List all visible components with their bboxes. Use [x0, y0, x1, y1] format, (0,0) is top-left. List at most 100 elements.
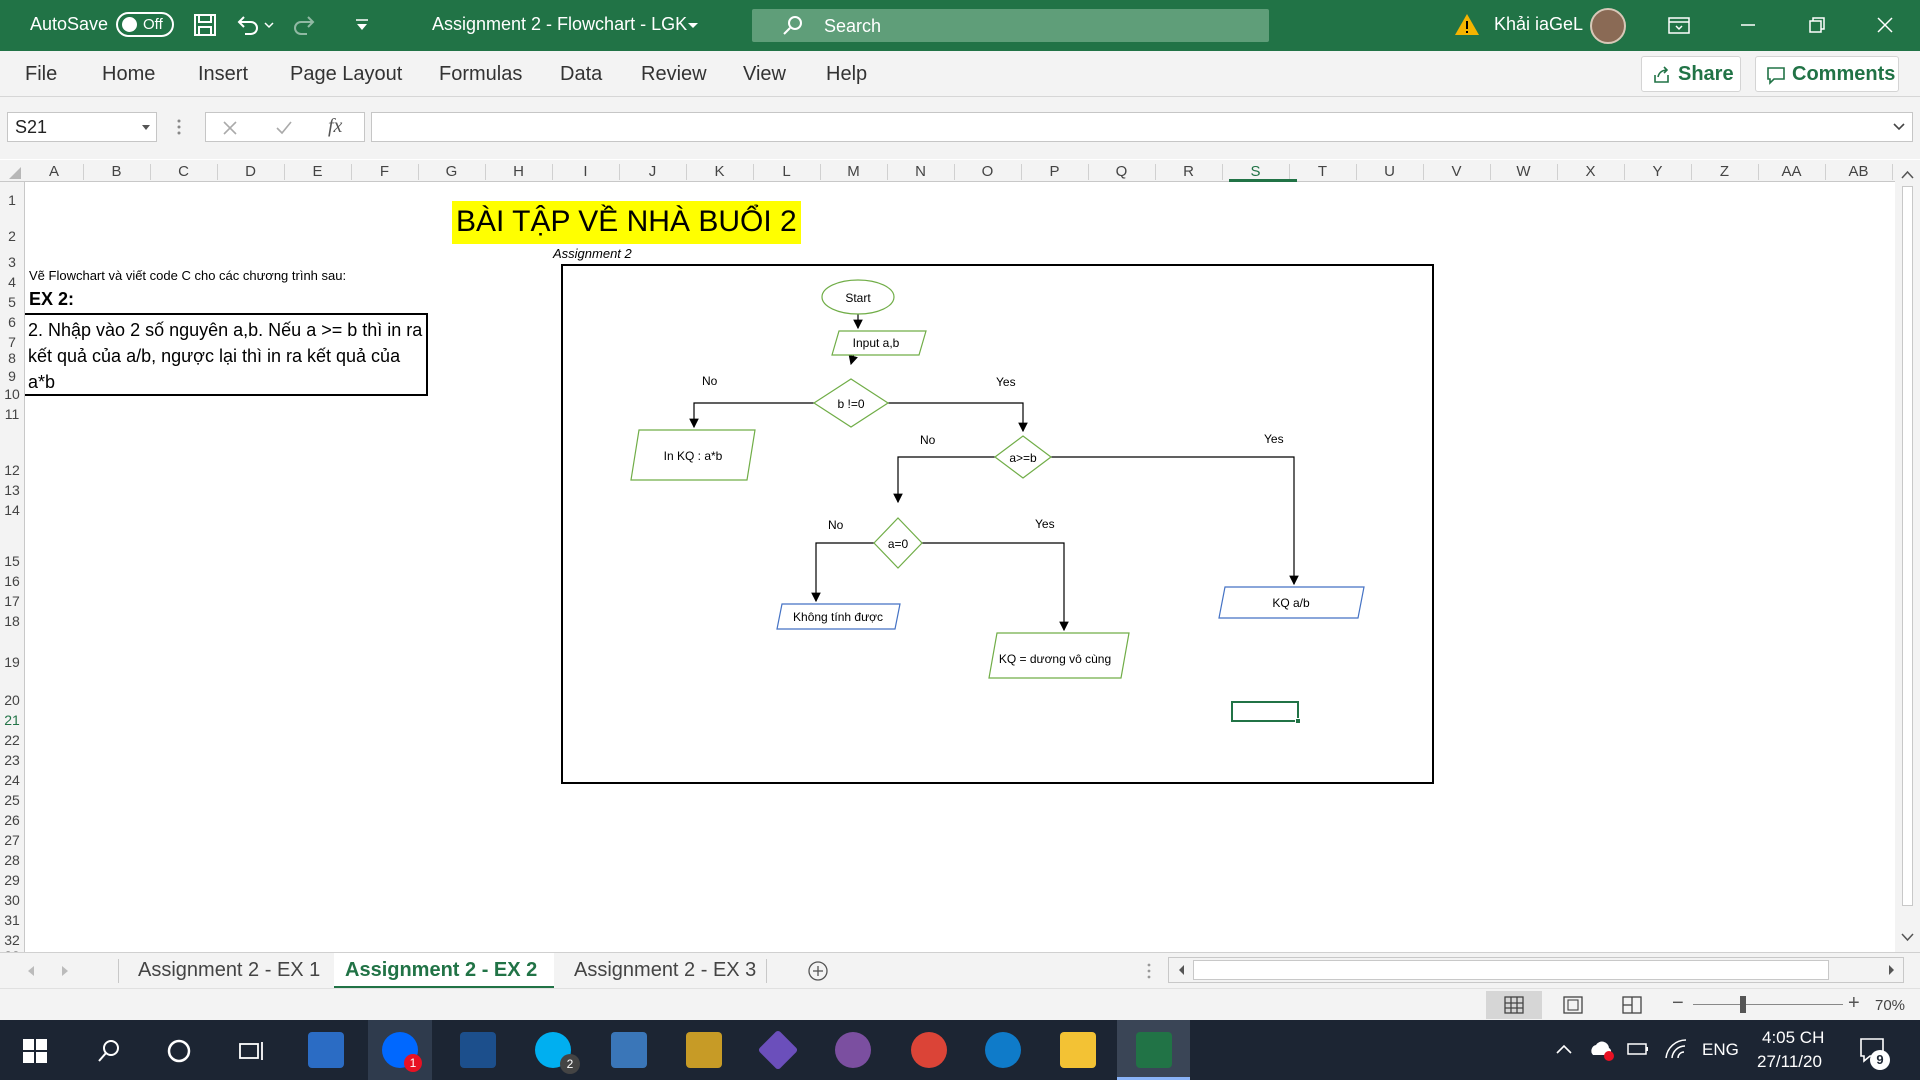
tools-icon[interactable]: [686, 1032, 722, 1068]
search-icon[interactable]: [96, 1038, 122, 1064]
scroll-left-icon[interactable]: [1177, 964, 1186, 976]
column-header-n[interactable]: N: [887, 163, 954, 180]
windows-start-icon[interactable]: [22, 1038, 48, 1064]
column-header-c[interactable]: C: [150, 163, 217, 180]
calculator-icon[interactable]: [611, 1032, 647, 1068]
row-header-13[interactable]: 13: [0, 482, 24, 498]
row-header-4[interactable]: 4: [0, 274, 24, 290]
language-indicator[interactable]: ENG: [1702, 1040, 1739, 1060]
tab-page-layout[interactable]: Page Layout: [290, 63, 402, 86]
fill-handle[interactable]: [1295, 718, 1301, 724]
chrome-icon[interactable]: [911, 1032, 947, 1068]
tab-data[interactable]: Data: [560, 63, 602, 86]
customize-toolbar-icon[interactable]: [350, 10, 374, 40]
save-icon[interactable]: [190, 10, 220, 40]
name-box[interactable]: S21: [7, 112, 157, 142]
scroll-right-icon[interactable]: [1887, 964, 1896, 976]
formula-input[interactable]: [371, 112, 1913, 142]
tab-scroll-right-icon[interactable]: [60, 965, 70, 977]
github-icon[interactable]: [835, 1032, 871, 1068]
sheet-tab-ex2[interactable]: Assignment 2 - EX 2: [345, 959, 537, 982]
column-header-w[interactable]: W: [1490, 163, 1557, 180]
column-header-v[interactable]: V: [1423, 163, 1490, 180]
column-header-b[interactable]: B: [83, 163, 150, 180]
tab-formulas[interactable]: Formulas: [439, 63, 522, 86]
column-header-k[interactable]: K: [686, 163, 753, 180]
column-header-u[interactable]: U: [1356, 163, 1423, 180]
tab-help[interactable]: Help: [826, 63, 867, 86]
drag-handle-icon[interactable]: [1146, 962, 1152, 980]
wifi-icon[interactable]: [1664, 1038, 1688, 1060]
row-header-14[interactable]: 14: [0, 502, 24, 518]
column-header-a[interactable]: A: [25, 163, 83, 180]
zoom-level[interactable]: 70%: [1875, 997, 1905, 1014]
page-layout-view-icon[interactable]: [1563, 996, 1583, 1014]
share-button[interactable]: Share: [1641, 56, 1741, 92]
row-header-27[interactable]: 27: [0, 832, 24, 848]
tab-insert[interactable]: Insert: [198, 63, 248, 86]
ribbon-display-icon[interactable]: [1664, 10, 1694, 40]
zoom-in-icon[interactable]: +: [1848, 992, 1860, 1015]
warning-icon[interactable]: [1452, 10, 1482, 40]
sheet-tab-ex1[interactable]: Assignment 2 - EX 1: [138, 959, 320, 982]
row-header-7[interactable]: 7: [0, 334, 24, 350]
column-header-j[interactable]: J: [619, 163, 686, 180]
zoom-slider[interactable]: [1693, 1004, 1843, 1005]
chevron-up-icon[interactable]: [1555, 1042, 1573, 1056]
excel-icon[interactable]: [1136, 1032, 1172, 1068]
tab-home[interactable]: Home: [102, 63, 155, 86]
column-header-g[interactable]: G: [418, 163, 485, 180]
clock-date[interactable]: 27/11/20: [1757, 1052, 1822, 1072]
row-header-31[interactable]: 31: [0, 912, 24, 928]
snipping-icon[interactable]: [757, 1029, 799, 1071]
add-sheet-icon[interactable]: [807, 960, 829, 982]
page-break-view-icon[interactable]: [1622, 996, 1642, 1014]
tab-scroll-left-icon[interactable]: [26, 965, 36, 977]
clock-time[interactable]: 4:05 CH: [1762, 1028, 1824, 1048]
sheet-tab-ex3[interactable]: Assignment 2 - EX 3: [574, 959, 756, 982]
row-header-32[interactable]: 32: [0, 932, 24, 948]
drag-handle-icon[interactable]: [176, 118, 182, 136]
redo-icon[interactable]: [290, 10, 320, 40]
row-header-23[interactable]: 23: [0, 752, 24, 768]
column-header-m[interactable]: M: [820, 163, 887, 180]
row-header-18[interactable]: 18: [0, 613, 24, 629]
scroll-down-icon[interactable]: [1901, 932, 1914, 942]
tab-view[interactable]: View: [743, 63, 786, 86]
restore-icon[interactable]: [1802, 10, 1832, 40]
vertical-scrollbar[interactable]: [1895, 160, 1920, 952]
column-header-t[interactable]: T: [1289, 163, 1356, 180]
column-header-r[interactable]: R: [1155, 163, 1222, 180]
row-header-5[interactable]: 5: [0, 294, 24, 310]
undo-icon[interactable]: [232, 10, 262, 40]
row-header-29[interactable]: 29: [0, 872, 24, 888]
search-box[interactable]: Search: [752, 9, 1269, 42]
file-explorer-icon[interactable]: [1060, 1032, 1096, 1068]
column-header-aa[interactable]: AA: [1758, 163, 1825, 180]
row-header-16[interactable]: 16: [0, 573, 24, 589]
row-header-1[interactable]: 1: [0, 192, 24, 208]
exercise-textbox[interactable]: 2. Nhập vào 2 số nguyên a,b. Nếu a >= b …: [25, 313, 428, 396]
mail-icon[interactable]: [308, 1032, 344, 1068]
row-header-3[interactable]: 3: [0, 254, 24, 270]
row-header-9[interactable]: 9: [0, 368, 24, 384]
devcpp-icon[interactable]: [460, 1032, 496, 1068]
column-header-h[interactable]: H: [485, 163, 552, 180]
task-view-icon[interactable]: [238, 1038, 266, 1064]
tab-review[interactable]: Review: [641, 63, 707, 86]
minimize-icon[interactable]: [1733, 10, 1763, 40]
row-header-10[interactable]: 10: [0, 386, 24, 402]
comments-button[interactable]: Comments: [1755, 56, 1899, 92]
scroll-up-icon[interactable]: [1901, 170, 1914, 180]
document-title[interactable]: Assignment 2 - Flowchart - LGK: [432, 14, 687, 35]
column-header-e[interactable]: E: [284, 163, 351, 180]
row-header-24[interactable]: 24: [0, 772, 24, 788]
column-header-p[interactable]: P: [1021, 163, 1088, 180]
column-header-s[interactable]: S: [1222, 163, 1289, 180]
edge-icon[interactable]: [985, 1032, 1021, 1068]
avatar[interactable]: [1590, 8, 1626, 44]
row-header-26[interactable]: 26: [0, 812, 24, 828]
row-header-11[interactable]: 11: [0, 406, 24, 422]
row-header-22[interactable]: 22: [0, 732, 24, 748]
title-dropdown-icon[interactable]: [684, 10, 702, 40]
